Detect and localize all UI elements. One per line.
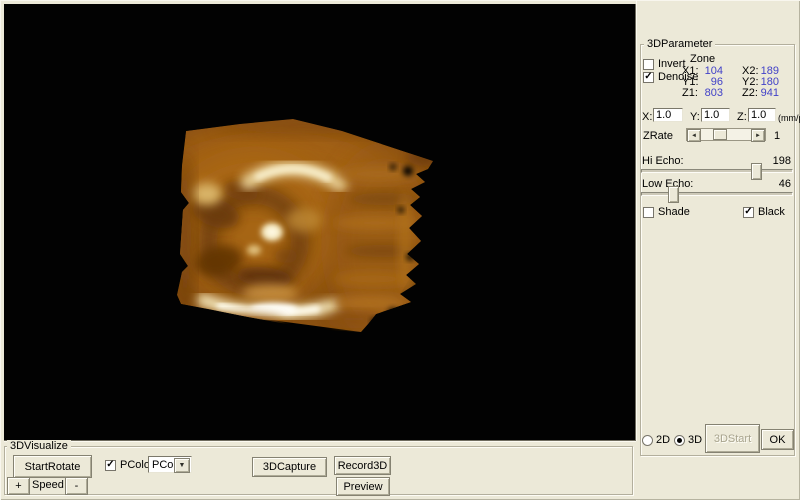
ultrasound-3d-dialog: 3DParameter ✓ Invert ✓ Denoise Zone X1: … [0, 0, 800, 500]
pcolor-dropdown-arrow-button[interactable]: ▼ [174, 458, 190, 473]
shade-checkbox-label: Shade [658, 206, 690, 218]
low-echo-slider-thumb[interactable] [668, 186, 679, 203]
zone-z1-value: 803 [704, 87, 723, 99]
zone-z1-label: Z1: [682, 87, 698, 99]
scale-unit-label: (mm/p) [778, 113, 800, 123]
black-checkbox[interactable]: ✓ Black [743, 206, 785, 218]
zone-row-x: X1: 104 X2: 189 [682, 65, 782, 77]
pcolor-dropdown[interactable]: PColor ▼ [148, 456, 192, 473]
mode-2d-radio[interactable]: 2D [642, 434, 670, 446]
denoise-checkbox-box: ✓ [643, 71, 654, 83]
zrate-scroll-left-button[interactable]: ◄ [687, 129, 701, 142]
z-scale-label: Z: [737, 111, 747, 123]
mode-3d-radio-label: 3D [688, 434, 703, 446]
record-3d-button[interactable]: Record3D [334, 456, 391, 475]
visualize-groupbox: 3DVisualize StartRotate + Speed - ✓ PCol… [4, 440, 633, 496]
dropdown-arrow-icon: ▼ [178, 462, 186, 469]
zone-row-z: Z1: 803 Z2: 941 [682, 87, 782, 99]
zone-label: Zone [690, 53, 716, 65]
ultrasound-patch [177, 119, 433, 332]
invert-checkbox-box: ✓ [643, 58, 654, 70]
speed-label: Speed [32, 479, 64, 491]
black-checkbox-label: Black [758, 206, 785, 218]
hi-echo-value: 198 [772, 155, 791, 167]
mode-3d-radio[interactable]: 3D [674, 434, 702, 446]
low-echo-slider-track[interactable] [641, 192, 793, 196]
parameter-group-title: 3DParameter [644, 38, 716, 50]
hi-echo-label: Hi Echo: [642, 155, 684, 167]
pcolor-checkbox-box: ✓ [105, 459, 116, 471]
zrate-value: 1 [774, 130, 781, 142]
scroll-right-icon: ► [755, 132, 761, 139]
capture-3d-button[interactable]: 3DCapture [252, 457, 327, 477]
panel-divider-vertical [636, 0, 637, 441]
black-checkbox-box: ✓ [743, 206, 754, 218]
mode-2d-radio-label: 2D [656, 434, 671, 446]
start-3d-button[interactable]: 3DStart [705, 424, 760, 453]
mode-3d-radio-circle [674, 434, 685, 446]
shade-checkbox-box: ✓ [643, 206, 654, 218]
zrate-scrollbar[interactable]: ◄ ► [686, 128, 766, 142]
invert-checkbox[interactable]: ✓ Invert [643, 58, 686, 70]
zone-row-y: Y1: 96 Y2: 180 [682, 76, 782, 88]
render-viewport[interactable] [4, 4, 636, 441]
zone-z2-value: 941 [760, 87, 779, 99]
start-rotate-button[interactable]: StartRotate [13, 455, 92, 478]
ultrasound-3d-render [177, 119, 433, 332]
z-scale-input[interactable] [748, 108, 776, 122]
hi-echo-slider-track[interactable] [641, 169, 793, 173]
check-icon: ✓ [644, 71, 653, 82]
zrate-scroll-right-button[interactable]: ► [751, 129, 765, 142]
x-scale-input[interactable] [653, 108, 683, 122]
zone-z2-label: Z2: [742, 87, 758, 99]
mode-2d-radio-circle [642, 434, 653, 446]
y-scale-label: Y: [690, 111, 700, 123]
zrate-label: ZRate [643, 130, 673, 142]
panel-divider-horizontal [4, 441, 636, 442]
parameter-groupbox: 3DParameter ✓ Invert ✓ Denoise Zone X1: … [640, 38, 800, 456]
low-echo-value: 46 [778, 178, 791, 190]
x-scale-label: X: [642, 111, 653, 123]
y-scale-input[interactable] [701, 108, 730, 122]
speed-increase-button[interactable]: + [7, 477, 30, 495]
pcolor-checkbox[interactable]: ✓ PColor [105, 459, 154, 471]
scroll-left-icon: ◄ [691, 132, 697, 139]
speed-decrease-button[interactable]: - [65, 477, 88, 495]
check-icon: ✓ [106, 459, 115, 470]
ok-button[interactable]: OK [761, 429, 794, 450]
check-icon: ✓ [744, 206, 753, 217]
shade-checkbox[interactable]: ✓ Shade [643, 206, 690, 218]
zrate-scrollbar-thumb[interactable] [713, 129, 727, 140]
visualize-group-title: 3DVisualize [7, 440, 71, 452]
preview-button[interactable]: Preview [336, 477, 390, 496]
